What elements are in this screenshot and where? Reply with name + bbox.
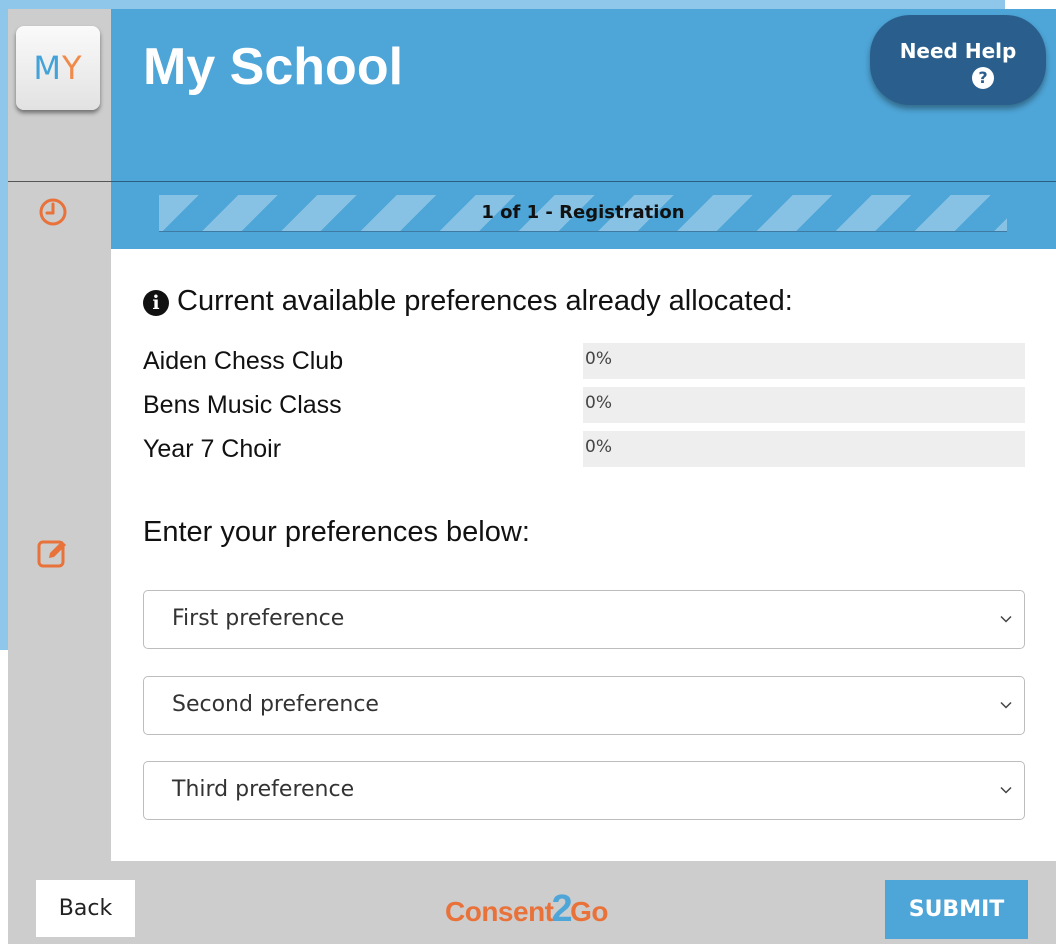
allocation-row: Aiden Chess Club 0%	[143, 343, 1025, 383]
chevron-down-icon	[1000, 701, 1012, 709]
header: My School Need Help ? 1 of 1 - Registrat…	[111, 9, 1056, 249]
allocation-percent: 0%	[585, 437, 612, 457]
brand-text-left: Consent	[445, 896, 554, 927]
select-value: First preference	[172, 606, 345, 631]
allocation-percent: 0%	[585, 393, 612, 413]
allocation-name: Aiden Chess Club	[143, 347, 344, 375]
header-divider	[111, 181, 1056, 182]
main-content: i Current available preferences already a…	[111, 249, 1056, 861]
info-icon: i	[143, 290, 169, 316]
edit-icon[interactable]	[36, 536, 70, 570]
allocation-bar: 0%	[583, 343, 1025, 379]
sidebar: MY	[8, 9, 111, 944]
second-preference-select[interactable]: Second preference	[143, 676, 1025, 735]
logo-letter-y: Y	[62, 49, 83, 87]
chevron-down-icon	[1000, 786, 1012, 794]
outer-frame-left	[0, 0, 8, 650]
need-help-label: Need Help	[899, 39, 1017, 63]
sidebar-divider	[8, 181, 111, 182]
preferences-heading: Enter your preferences below:	[143, 516, 530, 548]
question-icon: ?	[972, 67, 994, 89]
allocations-heading: i Current available preferences already a…	[143, 285, 793, 318]
first-preference-select[interactable]: First preference	[143, 590, 1025, 649]
allocations-heading-text: Current available preferences already al…	[177, 285, 793, 317]
progress-bar: 1 of 1 - Registration	[159, 195, 1007, 232]
third-preference-select[interactable]: Third preference	[143, 761, 1025, 820]
chevron-down-icon	[1000, 615, 1012, 623]
allocation-bar: 0%	[583, 387, 1025, 423]
allocation-bar: 0%	[583, 431, 1025, 467]
allocation-name: Bens Music Class	[143, 391, 342, 419]
footer: Back Consent2Go SUBMIT	[8, 861, 1056, 944]
allocation-row: Year 7 Choir 0%	[143, 431, 1025, 471]
allocation-row: Bens Music Class 0%	[143, 387, 1025, 427]
select-value: Second preference	[172, 692, 379, 717]
page-title: My School	[143, 38, 404, 96]
brand-text-right: Go	[570, 896, 609, 927]
submit-button[interactable]: SUBMIT	[885, 880, 1028, 939]
need-help-button[interactable]: Need Help ?	[870, 15, 1046, 105]
app-logo[interactable]: MY	[16, 26, 100, 110]
progress-label: 1 of 1 - Registration	[481, 202, 685, 223]
allocation-percent: 0%	[585, 349, 612, 369]
select-value: Third preference	[172, 777, 355, 802]
allocation-name: Year 7 Choir	[143, 435, 282, 463]
outer-frame-top	[0, 0, 1005, 9]
logo-letter-m: M	[33, 49, 63, 87]
brand-logo: Consent2Go	[445, 888, 609, 931]
back-button[interactable]: Back	[36, 880, 135, 937]
clock-icon[interactable]	[36, 195, 70, 229]
